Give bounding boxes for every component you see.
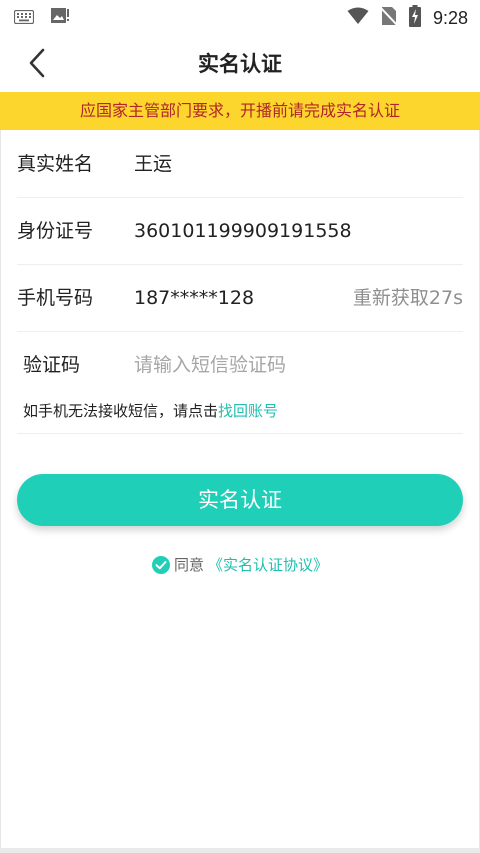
help-divider xyxy=(17,433,463,434)
verification-code-label: 验证码 xyxy=(23,354,81,376)
notice-banner: 应国家主管部门要求，开播前请完成实名认证 xyxy=(0,92,480,130)
id-number-label: 身份证号 xyxy=(17,220,94,242)
name-row: 真实姓名 王运 xyxy=(17,131,463,198)
no-sim-icon xyxy=(380,6,398,30)
verification-code-input[interactable] xyxy=(134,332,454,398)
verification-code-row: 验证码 xyxy=(17,332,463,398)
name-label: 真实姓名 xyxy=(17,153,94,175)
page-title: 实名认证 xyxy=(198,52,282,76)
agreement-row: 同意 《实名认证协议》 xyxy=(0,554,480,575)
resend-code-button[interactable]: 重新获取27s xyxy=(353,265,463,331)
status-time: 9:28 xyxy=(432,7,468,28)
phone-label: 手机号码 xyxy=(17,287,94,309)
verify-submit-button[interactable]: 实名认证 xyxy=(17,474,463,526)
phone-row: 手机号码 187*****128 重新获取27s xyxy=(17,265,463,332)
agreement-link[interactable]: 《实名认证协议》 xyxy=(208,554,328,575)
id-number-row: 身份证号 360101199909191558 xyxy=(17,198,463,265)
wifi-icon xyxy=(347,7,369,29)
agree-prefix: 同意 xyxy=(173,556,204,574)
nav-bar: 实名认证 xyxy=(0,34,480,92)
battery-charging-icon xyxy=(408,5,421,31)
help-text: 如手机无法接收短信，请点击找回账号 xyxy=(23,400,278,421)
id-number-value[interactable]: 360101199909191558 xyxy=(134,198,352,264)
keyboard-icon xyxy=(13,9,35,28)
phone-value: 187*****128 xyxy=(134,287,255,309)
check-circle-icon[interactable] xyxy=(151,555,170,574)
image-notification-icon xyxy=(50,7,70,29)
name-value[interactable]: 王运 xyxy=(134,131,172,197)
recover-account-link[interactable]: 找回账号 xyxy=(218,402,278,420)
status-bar: 9:28 xyxy=(0,0,480,34)
help-message: 如手机无法接收短信，请点击 xyxy=(23,402,219,420)
bottom-edge xyxy=(0,848,480,853)
